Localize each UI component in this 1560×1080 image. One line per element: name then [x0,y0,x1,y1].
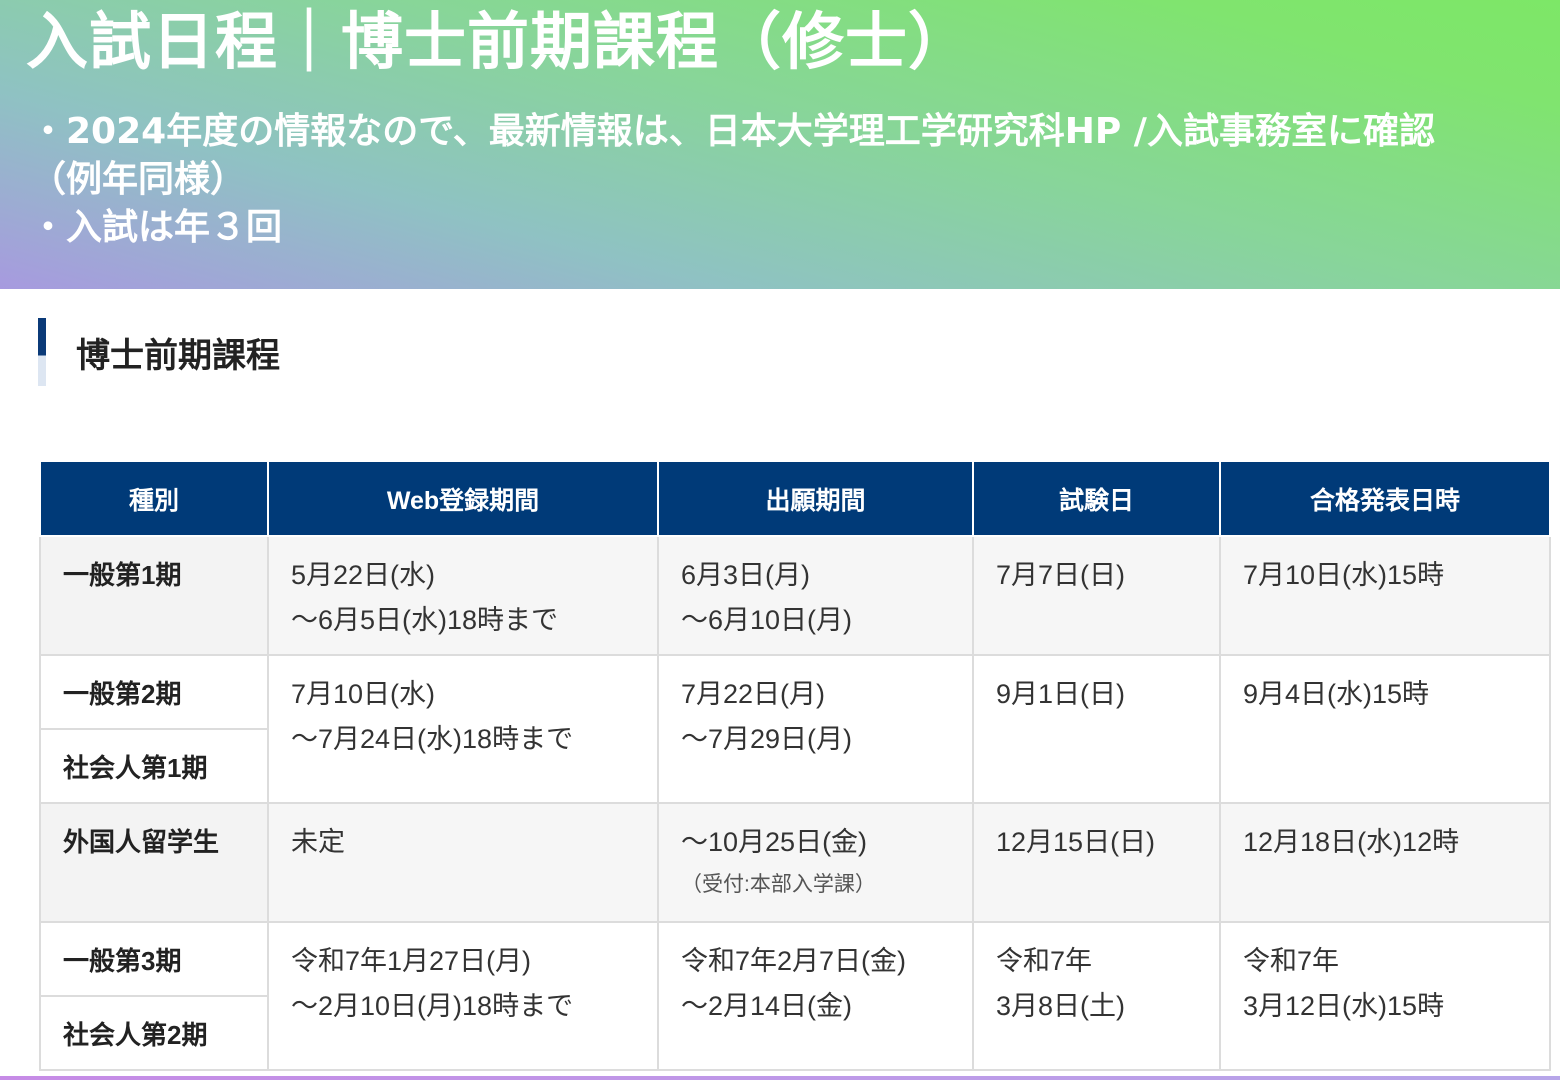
header-application-period: 出願期間 [657,460,974,537]
heading-accent-bar [38,318,46,386]
section-title: 博士前期課程 [76,335,280,376]
page-title: 入試日程｜博士前期課程（修士） [26,5,972,78]
exam-date-cell: 9月1日(日) [972,654,1221,804]
table-row: 外国人留学生 未定 ～10月25日(金) （受付:本部入学課） 12月15日(日… [39,802,1551,923]
kind-cell: 一般第1期 [39,535,269,656]
web-period-cell: 7月10日(水) ～7月24日(水)18時まで [267,654,659,804]
apply-period-cell: 令和7年2月7日(金) ～2月14日(金) [657,921,974,1071]
kind-cell: 社会人第1期 [39,728,269,804]
table-row: 一般第3期 令和7年1月27日(月) ～2月10日(月)18時まで 令和7年2月… [39,921,1551,1071]
title-banner: 入試日程｜博士前期課程（修士） ・2024年度の情報なので、最新情報は、日本大学… [0,0,1560,289]
kind-cell: 外国人留学生 [39,802,269,923]
result-date-cell: 9月4日(水)15時 [1219,654,1551,804]
section-heading: 博士前期課程 [38,318,280,386]
kind-cell: 一般第3期 [39,921,269,997]
header-kind: 種別 [39,460,269,537]
exam-date-cell: 12月15日(日) [972,802,1221,923]
bottom-divider [0,1076,1560,1080]
apply-period-cell: 7月22日(月) ～7月29日(月) [657,654,974,804]
kind-cell: 一般第2期 [39,654,269,730]
result-date-cell: 令和7年 3月12日(水)15時 [1219,921,1551,1071]
note-line: （例年同様） [30,159,247,200]
exam-date-cell: 7月7日(日) [972,535,1221,656]
banner-notes: ・2024年度の情報なので、最新情報は、日本大学理工学研究科HP /入試事務室に… [30,108,1435,252]
result-date-cell: 7月10日(水)15時 [1219,535,1551,656]
kind-cell: 社会人第2期 [39,995,269,1071]
header-result-date: 合格発表日時 [1219,460,1551,537]
web-period-cell: 未定 [267,802,659,923]
apply-note: （受付:本部入学課） [681,873,876,896]
result-date-cell: 12月18日(水)12時 [1219,802,1551,923]
exam-date-cell: 令和7年 3月8日(土) [972,921,1221,1071]
header-web-registration: Web登録期間 [267,460,659,537]
note-line: ・入試は年３回 [30,207,283,248]
table-header-row: 種別 Web登録期間 出願期間 試験日 合格発表日時 [39,460,1551,537]
web-period-cell: 令和7年1月27日(月) ～2月10日(月)18時まで [267,921,659,1071]
note-line: ・2024年度の情報なので、最新情報は、日本大学理工学研究科HP /入試事務室に… [30,111,1435,152]
schedule-table: 種別 Web登録期間 出願期間 試験日 合格発表日時 一般第1期 5月22日(水… [39,460,1551,1071]
header-exam-date: 試験日 [972,460,1221,537]
apply-period-cell: 6月3日(月) ～6月10日(月) [657,535,974,656]
web-period-cell: 5月22日(水) ～6月5日(水)18時まで [267,535,659,656]
table-row: 一般第1期 5月22日(水) ～6月5日(水)18時まで 6月3日(月) ～6月… [39,535,1551,656]
table-row: 一般第2期 7月10日(水) ～7月24日(水)18時まで 7月22日(月) ～… [39,654,1551,804]
apply-period-cell: ～10月25日(金) （受付:本部入学課） [657,802,974,923]
